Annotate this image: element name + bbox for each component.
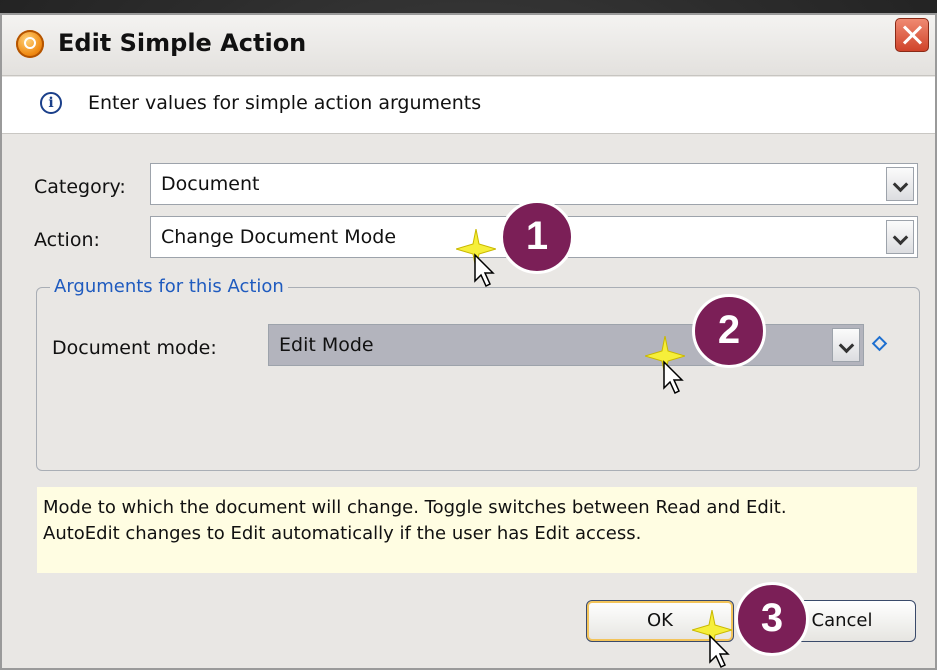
document-mode-select[interactable]: Edit Mode <box>268 324 864 366</box>
category-select[interactable]: Document <box>150 163 918 205</box>
cursor-icon <box>663 360 684 395</box>
close-icon[interactable] <box>895 18 929 52</box>
step-badge-1: 1 <box>500 200 574 274</box>
title-bar: Edit Simple Action <box>2 15 935 76</box>
arguments-legend: Arguments for this Action <box>50 276 288 297</box>
info-text: Enter values for simple action arguments <box>88 92 482 114</box>
chevron-down-icon[interactable] <box>832 328 860 362</box>
document-mode-label: Document mode: <box>52 337 217 359</box>
help-line-1: Mode to which the document will change. … <box>43 497 787 518</box>
help-text: Mode to which the document will change. … <box>37 487 917 573</box>
app-icon <box>16 30 44 58</box>
step-badge-3: 3 <box>735 582 809 656</box>
action-value: Change Document Mode <box>161 226 397 248</box>
info-icon: i <box>40 92 62 114</box>
arguments-group <box>36 287 920 471</box>
cursor-icon <box>709 634 730 669</box>
step-badge-2: 2 <box>692 294 766 368</box>
chevron-down-icon[interactable] <box>886 167 914 201</box>
category-label: Category: <box>34 176 126 198</box>
document-mode-value: Edit Mode <box>279 334 374 356</box>
chevron-down-icon[interactable] <box>886 220 914 254</box>
action-label: Action: <box>34 229 100 251</box>
category-value: Document <box>161 173 260 195</box>
info-bar: i Enter values for simple action argumen… <box>2 77 935 134</box>
cursor-icon <box>474 253 495 288</box>
help-line-2: AutoEdit changes to Edit automatically i… <box>43 523 642 544</box>
dialog-title: Edit Simple Action <box>58 29 307 57</box>
